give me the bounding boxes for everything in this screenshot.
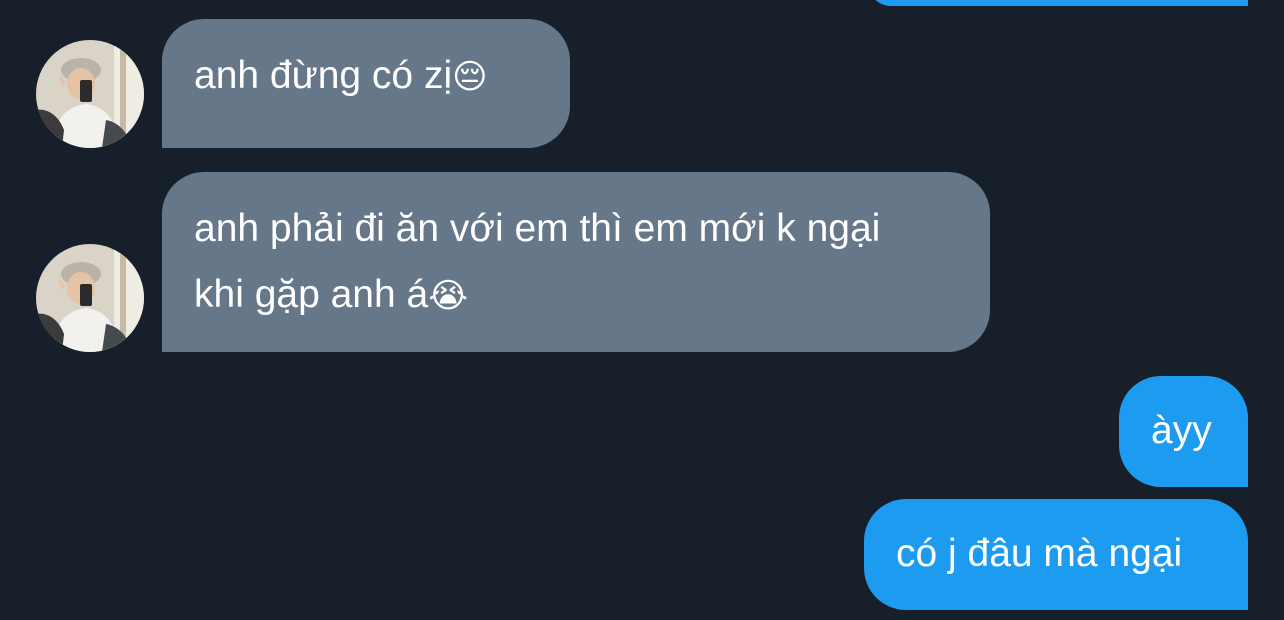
outgoing-message-bubble-partial[interactable] [868, 0, 1248, 6]
incoming-message-bubble[interactable]: anh phải đi ăn với em thì em mới k ngại … [162, 172, 990, 352]
pensive-face-emoji-icon: 😔 [452, 58, 488, 96]
avatar-photo [36, 40, 144, 148]
message-text-line: khi gặp anh á [194, 273, 429, 316]
loudly-crying-face-emoji-icon: 😭 [428, 277, 468, 315]
message-text: àyy [1151, 409, 1212, 452]
outgoing-message-bubble[interactable]: àyy [1119, 376, 1248, 487]
message-text: có j đâu mà ngại [896, 532, 1183, 575]
message-text-line: anh phải đi ăn với em thì em mới k ngại [194, 207, 881, 250]
incoming-message-bubble[interactable]: anh đừng có zị😔 [162, 19, 570, 148]
contact-avatar[interactable] [36, 40, 144, 148]
message-text: anh đừng có zị [194, 54, 453, 97]
outgoing-message-bubble[interactable]: có j đâu mà ngại [864, 499, 1248, 610]
contact-avatar[interactable] [36, 244, 144, 352]
avatar-photo [36, 244, 144, 352]
